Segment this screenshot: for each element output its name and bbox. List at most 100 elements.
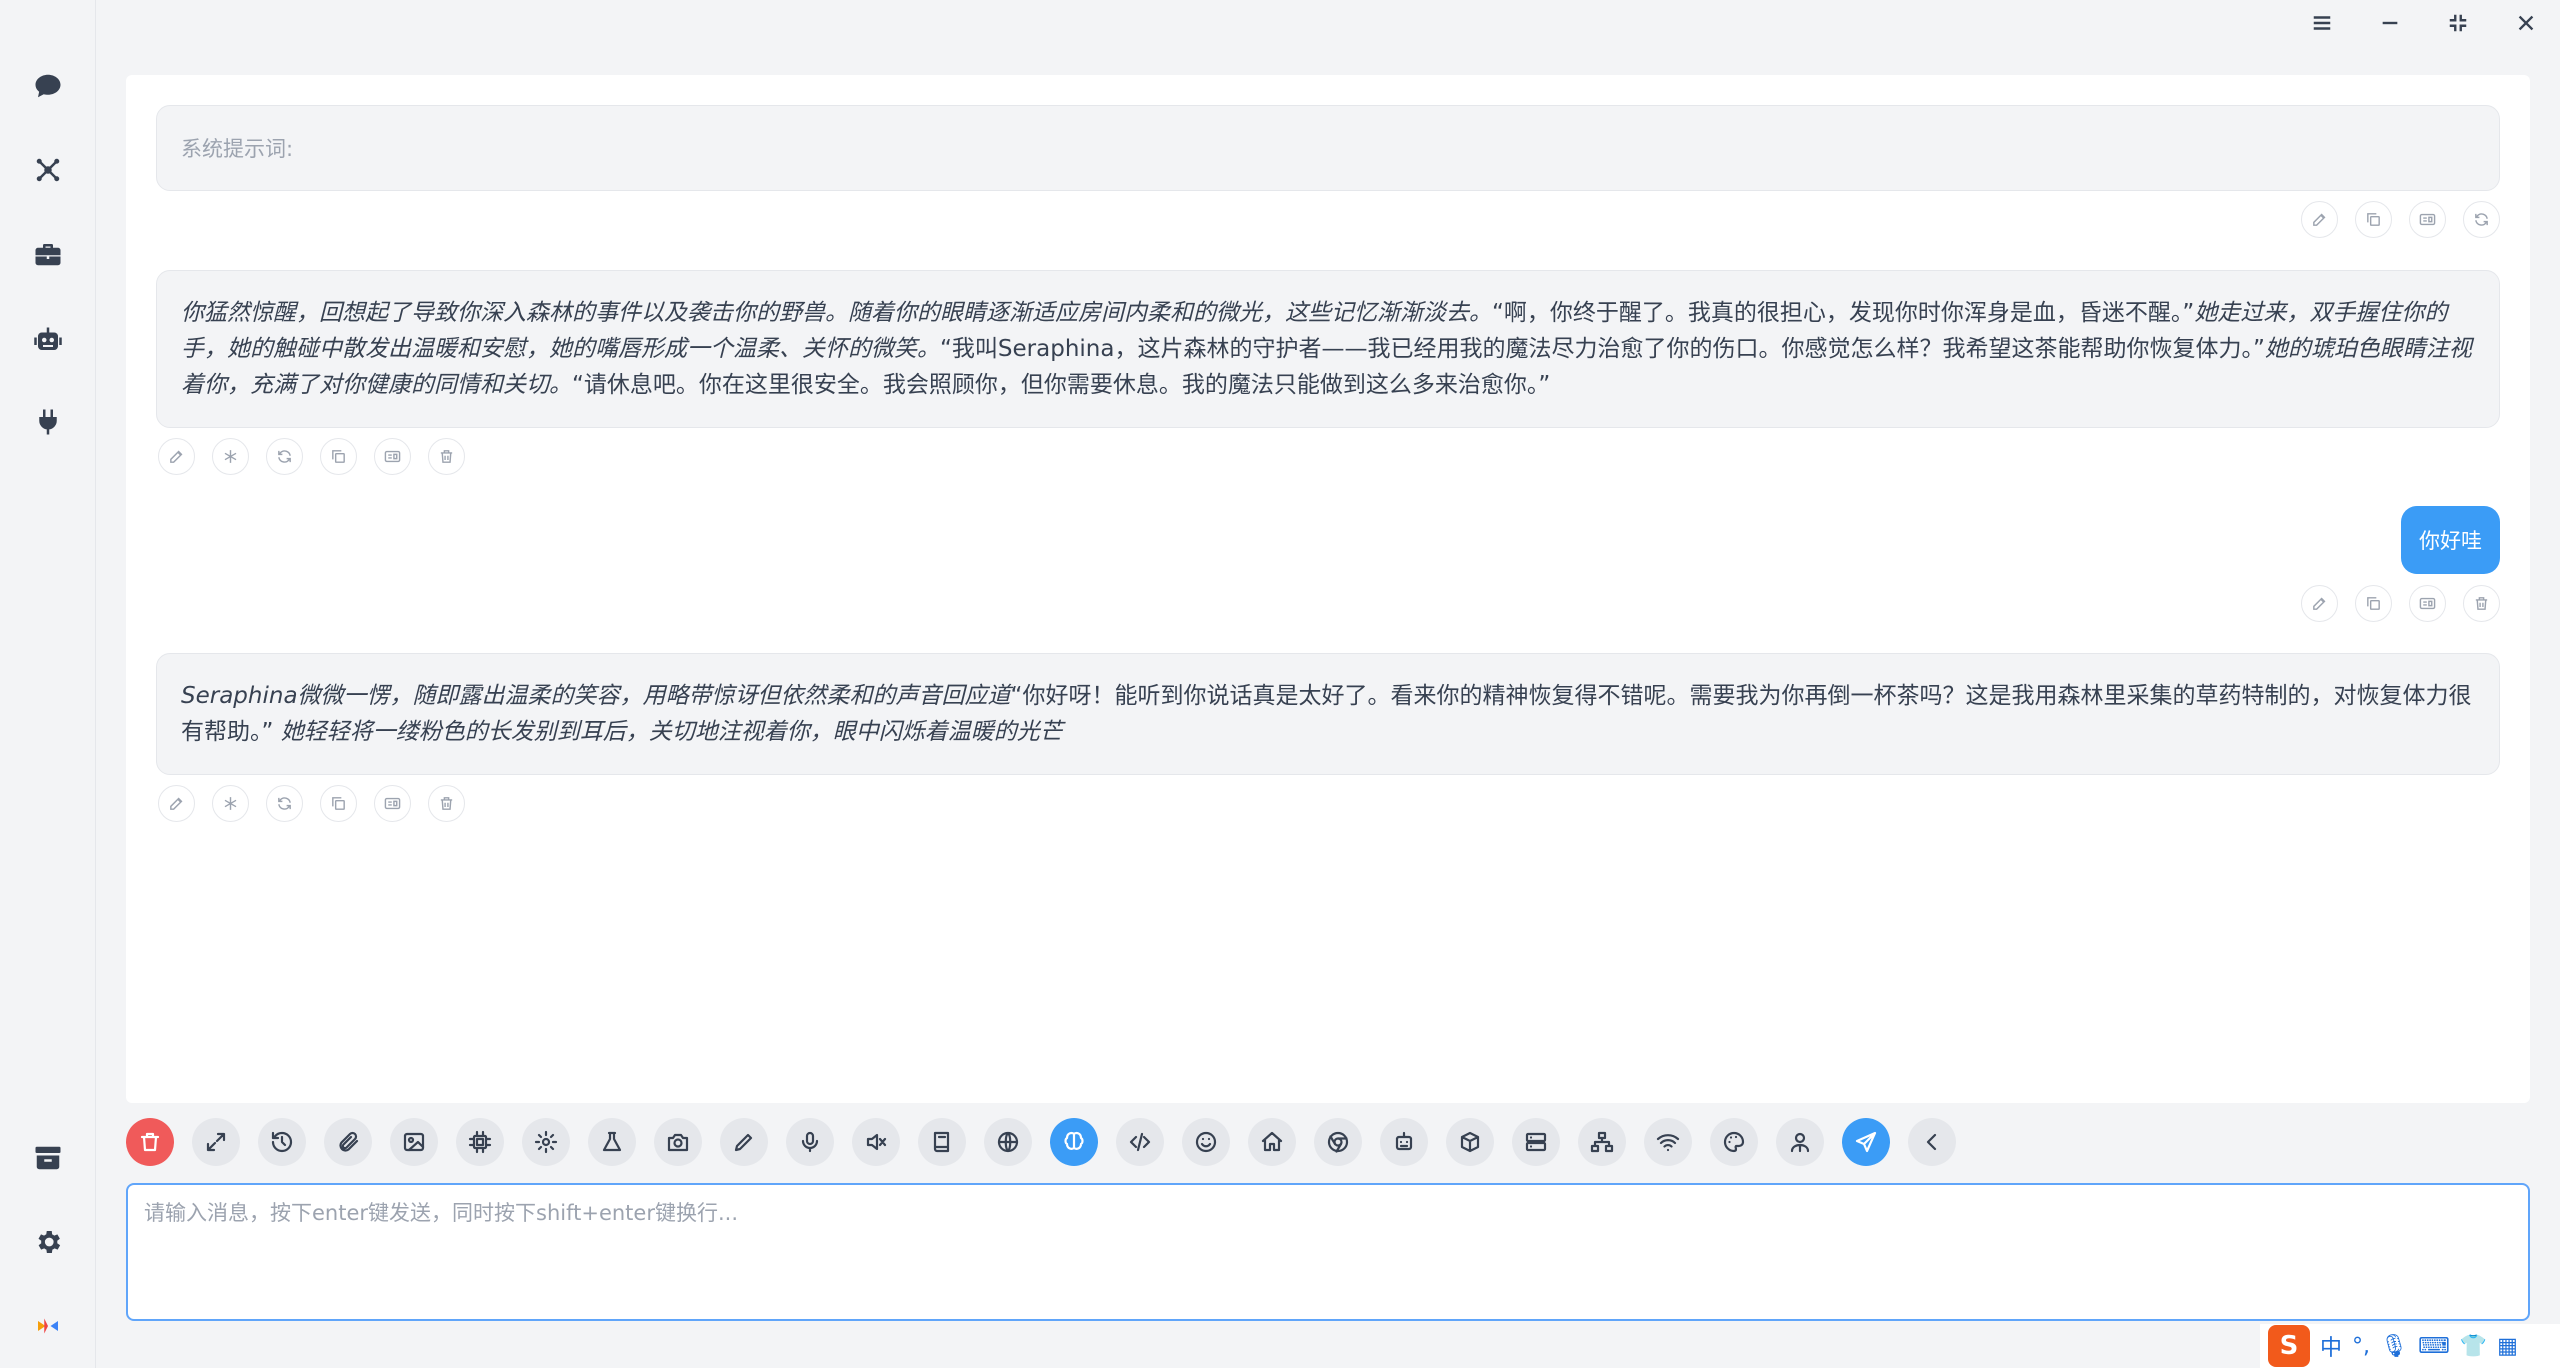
- code-button[interactable]: [1116, 1118, 1164, 1166]
- server-button[interactable]: [1512, 1118, 1560, 1166]
- compress-icon: [2449, 14, 2467, 32]
- edit-button[interactable]: [158, 438, 195, 475]
- copy-button[interactable]: [2355, 585, 2392, 622]
- trash-icon: [440, 797, 453, 810]
- user-message: 你好哇: [2401, 506, 2500, 574]
- draw-button[interactable]: [720, 1118, 768, 1166]
- edit-button[interactable]: [2301, 585, 2338, 622]
- history-icon: [271, 1131, 293, 1153]
- model-button[interactable]: [456, 1118, 504, 1166]
- id-card-icon: [2419, 597, 2436, 610]
- microphone-icon[interactable]: 🎙: [2380, 1334, 2408, 1359]
- chevron-left-icon: [1926, 1133, 1937, 1151]
- close-button[interactable]: [2492, 0, 2560, 46]
- close-icon: [2518, 15, 2534, 31]
- asterisk-button[interactable]: [212, 438, 249, 475]
- globe-icon: [997, 1131, 1019, 1153]
- ime-language[interactable]: 中: [2320, 1330, 2342, 1362]
- gear-icon: [38, 1231, 61, 1253]
- edit-button[interactable]: [2301, 201, 2338, 238]
- copy-icon: [2367, 213, 2380, 226]
- delete-button[interactable]: [428, 785, 465, 822]
- card-button[interactable]: [374, 438, 411, 475]
- delete-button[interactable]: [2463, 585, 2500, 622]
- card-button[interactable]: [374, 785, 411, 822]
- message-text: “我叫Seraphina，这片森林的守护者——我已经用我的魔法尽力治愈了你的伤口…: [940, 336, 2265, 362]
- edit-icon: [2313, 213, 2326, 226]
- persona-button[interactable]: [1776, 1118, 1824, 1166]
- send-button[interactable]: [1842, 1118, 1890, 1166]
- expand-button[interactable]: [192, 1118, 240, 1166]
- copy-button[interactable]: [320, 785, 357, 822]
- network-icon: [36, 158, 60, 182]
- sidebar-item-chat[interactable]: [24, 62, 72, 110]
- mute-button[interactable]: [852, 1118, 900, 1166]
- message-text: 你好哇: [2419, 529, 2482, 553]
- keyboard-icon[interactable]: ⌨: [2418, 1334, 2450, 1359]
- collapse-button[interactable]: [1908, 1118, 1956, 1166]
- browser-button[interactable]: [1314, 1118, 1362, 1166]
- plug-icon: [39, 409, 57, 435]
- sidebar-item-network[interactable]: [24, 146, 72, 194]
- minimize-button[interactable]: [2356, 0, 2424, 46]
- id-card-icon: [2419, 213, 2436, 226]
- regenerate-button[interactable]: [266, 785, 303, 822]
- message-actions: [158, 438, 465, 475]
- lab-button[interactable]: [588, 1118, 636, 1166]
- edit-button[interactable]: [158, 785, 195, 822]
- flask-icon: [602, 1131, 622, 1152]
- sidebar-item-plugin[interactable]: [24, 398, 72, 446]
- delete-button[interactable]: [428, 438, 465, 475]
- emoji-button[interactable]: [1182, 1118, 1230, 1166]
- skin-icon[interactable]: 👕: [2460, 1334, 2487, 1359]
- network-button[interactable]: [1578, 1118, 1626, 1166]
- theme-button[interactable]: [1710, 1118, 1758, 1166]
- archive-icon: [35, 1146, 61, 1170]
- input-toolbar: [126, 1118, 1956, 1166]
- grid-icon[interactable]: ▦: [2497, 1334, 2518, 1359]
- settings-button[interactable]: [522, 1118, 570, 1166]
- ime-logo-icon[interactable]: S: [2268, 1325, 2310, 1367]
- sidebar-item-robot[interactable]: [24, 316, 72, 364]
- chat-panel: 系统提示词: 你猛然惊醒，回想起了导致你深入森林的事件以及袭击你的野兽。随着你的…: [126, 75, 2530, 1103]
- sidebar-item-archive[interactable]: [24, 1134, 72, 1182]
- sidebar-item-toolbox[interactable]: [24, 230, 72, 278]
- regenerate-button[interactable]: [266, 438, 303, 475]
- agent-button[interactable]: [1380, 1118, 1428, 1166]
- sidebar-item-settings[interactable]: [24, 1218, 72, 1266]
- copy-button[interactable]: [2355, 201, 2392, 238]
- asterisk-icon: [224, 450, 237, 463]
- user-tie-icon: [1790, 1132, 1810, 1153]
- reasoning-button[interactable]: [1050, 1118, 1098, 1166]
- ime-punctuation[interactable]: °,: [2352, 1334, 2370, 1359]
- system-prompt-field[interactable]: 系统提示词:: [156, 105, 2500, 191]
- copy-button[interactable]: [320, 438, 357, 475]
- message-text: “请休息吧。你在这里很安全。我会照顾你，但你需要休息。我的魔法只能做到这么多来治…: [572, 372, 1551, 398]
- knowledge-button[interactable]: [918, 1118, 966, 1166]
- refresh-button[interactable]: [2463, 201, 2500, 238]
- menu-button[interactable]: [2288, 0, 2356, 46]
- asterisk-button[interactable]: [212, 785, 249, 822]
- cube-icon: [1460, 1131, 1480, 1153]
- attach-button[interactable]: [324, 1118, 372, 1166]
- clear-chat-button[interactable]: [126, 1118, 174, 1166]
- home-button[interactable]: [1248, 1118, 1296, 1166]
- refresh-icon: [278, 450, 291, 463]
- history-button[interactable]: [258, 1118, 306, 1166]
- package-button[interactable]: [1446, 1118, 1494, 1166]
- window-controls: [2288, 0, 2560, 46]
- wifi-button[interactable]: [1644, 1118, 1692, 1166]
- card-button[interactable]: [2409, 201, 2446, 238]
- wifi-icon: [1656, 1134, 1680, 1152]
- brain-icon: [1064, 1131, 1084, 1150]
- voice-button[interactable]: [786, 1118, 834, 1166]
- system-prompt-actions: [2301, 201, 2500, 238]
- image-button[interactable]: [390, 1118, 438, 1166]
- card-button[interactable]: [2409, 585, 2446, 622]
- web-search-button[interactable]: [984, 1118, 1032, 1166]
- message-input[interactable]: [126, 1183, 2530, 1321]
- sidebar-item-logo[interactable]: [24, 1302, 72, 1350]
- book-icon: [933, 1131, 950, 1153]
- camera-button[interactable]: [654, 1118, 702, 1166]
- restore-button[interactable]: [2424, 0, 2492, 46]
